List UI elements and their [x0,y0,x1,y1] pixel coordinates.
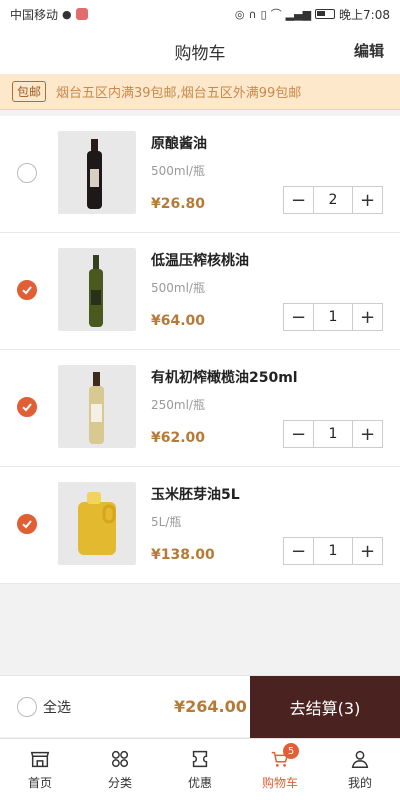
notification-app-icon [75,8,88,20]
item-checkbox[interactable] [17,514,37,534]
page-title: 购物车 [174,43,226,64]
quantity-stepper: − 2 + [283,186,383,214]
tab-label-coupon: 优惠 [187,776,212,790]
cart-item: 有机初榨橄榄油250ml 250ml/瓶 ¥62.00 − 1 + [0,350,400,467]
product-image-corn-oil[interactable] [58,482,136,565]
tab-category[interactable]: 分类 [80,739,160,800]
checkmark-icon [22,286,32,295]
cart-list: 原酿酱油 500ml/瓶 ¥26.80 − 2 + 低温压榨核桃油 500ml/… [0,116,400,584]
shipping-notice-text: 烟台五区内满39包邮,烟台五区外满99包邮 [56,86,302,101]
select-all[interactable]: 全选 [0,696,71,717]
coupon-icon [192,750,208,768]
free-shipping-tag: 包邮 [12,81,47,102]
category-icon [111,750,129,768]
increment-button[interactable]: + [353,304,382,330]
total-price: ¥264.00 [174,697,247,716]
increment-button[interactable]: + [353,538,382,564]
product-image-soy-sauce[interactable] [58,131,136,214]
select-all-checkbox[interactable] [17,696,37,717]
item-checkbox[interactable] [17,397,37,417]
product-price: ¥138.00 [151,547,215,563]
quantity-value[interactable]: 1 [313,421,353,447]
wifi-icon: ⌒ [270,7,282,21]
item-checkbox[interactable] [17,163,37,183]
product-name[interactable]: 低温压榨核桃油 [151,250,249,270]
increment-button[interactable]: + [353,187,382,213]
quantity-stepper: − 1 + [283,537,383,565]
quantity-value[interactable]: 1 [313,304,353,330]
quantity-value[interactable]: 2 [313,187,353,213]
jug-icon [78,492,116,555]
product-image-walnut-oil[interactable] [58,248,136,331]
tab-cart[interactable]: 5 购物车 [240,739,320,800]
tab-label-category: 分类 [107,776,132,790]
product-spec: 250ml/瓶 [151,398,205,412]
carrier-label: 中国移动 [10,7,59,22]
tab-home[interactable]: 首页 [0,739,80,800]
tab-label-profile: 我的 [347,776,372,790]
bottle-icon [87,139,102,209]
checkout-button[interactable]: 去结算(3) [250,676,400,738]
tab-bar: 首页 分类 优惠 5 购物车 我的 [0,738,400,800]
product-name[interactable]: 原酿酱油 [151,133,207,153]
shop-icon [30,751,50,768]
decrement-button[interactable]: − [284,538,313,564]
shipping-notice: 包邮 烟台五区内满39包邮,烟台五区外满99包邮 [0,74,400,110]
bottle-icon [89,372,104,444]
product-spec: 500ml/瓶 [151,281,205,295]
location-icon: ● [62,7,72,21]
product-price: ¥64.00 [151,313,206,329]
bottle-icon [89,255,103,327]
select-all-label: 全选 [43,699,71,716]
quantity-value[interactable]: 1 [313,538,353,564]
edit-button[interactable]: 编辑 [354,40,384,61]
decrement-button[interactable]: − [284,421,313,447]
product-spec: 500ml/瓶 [151,164,205,178]
product-spec: 5L/瓶 [151,515,182,529]
checkout-bar: 全选 ¥264.00 去结算(3) [0,675,400,738]
cart-item: 原酿酱油 500ml/瓶 ¥26.80 − 2 + [0,116,400,233]
status-bar: 中国移动 ● ◎ ∩ ▯ ⌒ ▂▄▆ 晚上7:08 [0,0,400,28]
product-name[interactable]: 有机初榨橄榄油250ml [151,367,298,387]
signal-icon: ▂▄▆ [285,7,312,21]
battery-icon [315,9,336,19]
item-checkbox[interactable] [17,280,37,300]
status-left: 中国移动 ● [10,6,88,23]
quantity-stepper: − 1 + [283,303,383,331]
cart-item: 低温压榨核桃油 500ml/瓶 ¥64.00 − 1 + [0,233,400,350]
checkmark-icon [22,403,32,412]
hotspot-icon: ◎ [234,7,245,21]
status-right: ◎ ∩ ▯ ⌒ ▂▄▆ 晚上7:08 [235,6,390,23]
product-image-olive-oil[interactable] [58,365,136,448]
tab-label-home: 首页 [27,776,52,790]
headset-icon: ∩ [248,7,257,21]
tab-label-cart: 购物车 [261,776,298,790]
checkmark-icon [22,520,32,529]
cart-badge: 5 [283,743,299,759]
quantity-stepper: − 1 + [283,420,383,448]
product-price: ¥62.00 [151,430,206,446]
increment-button[interactable]: + [353,421,382,447]
tab-profile[interactable]: 我的 [320,739,400,800]
product-price: ¥26.80 [151,196,206,212]
tab-coupon[interactable]: 优惠 [160,739,240,800]
user-icon [351,750,369,768]
nav-bar: 购物车 编辑 [0,28,400,74]
vibrate-icon: ▯ [260,7,267,21]
product-name[interactable]: 玉米胚芽油5L [151,484,240,504]
status-time: 晚上7:08 [339,7,390,22]
cart-item: 玉米胚芽油5L 5L/瓶 ¥138.00 − 1 + [0,467,400,584]
decrement-button[interactable]: − [284,304,313,330]
decrement-button[interactable]: − [284,187,313,213]
